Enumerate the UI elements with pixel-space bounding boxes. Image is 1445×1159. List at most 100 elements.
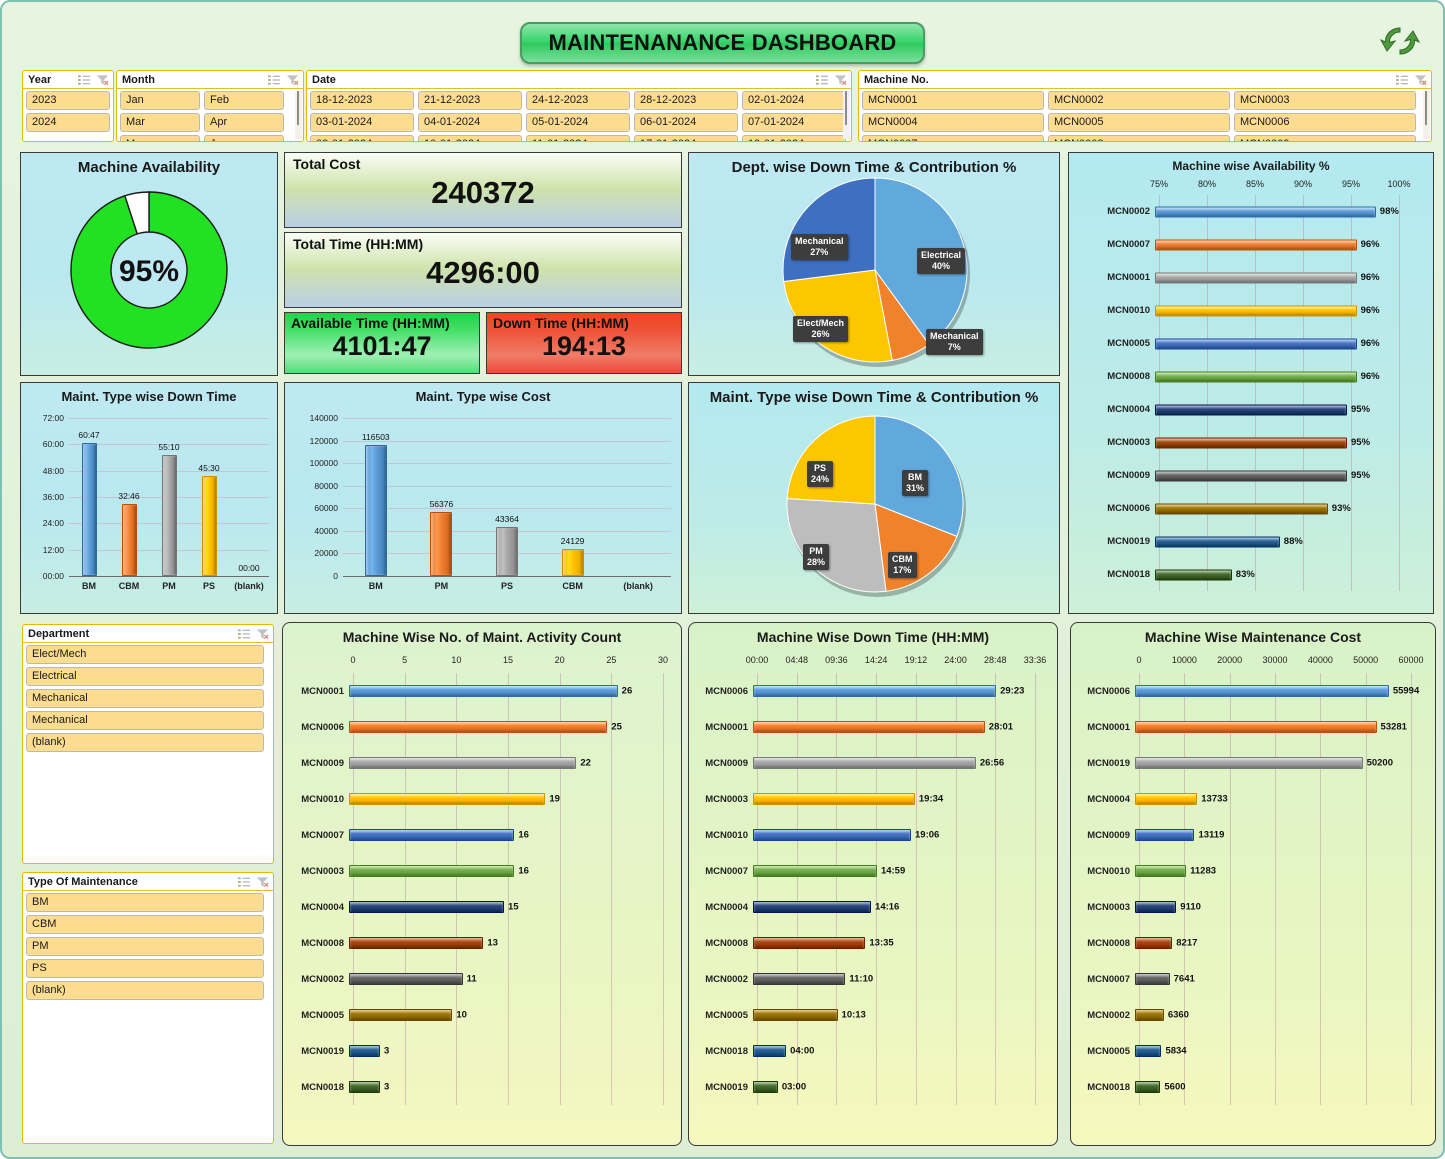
slicer-item[interactable]: MCN0008 [1048,135,1230,141]
bar-row: MCN0001 28:01 [689,709,1059,745]
slicer-item[interactable]: (blank) [26,981,264,1000]
slicer-item[interactable]: (blank) [26,733,264,752]
column-value-label: 43364 [495,514,519,525]
slicer-item[interactable]: 24-12-2023 [526,91,630,110]
slicer-item[interactable]: Mechanical [26,689,264,708]
slicer-item[interactable]: Elect/Mech [26,645,264,664]
slicer-item[interactable]: BM [26,893,264,912]
slicer-item[interactable]: 19-01-2024 [742,135,846,141]
axis-tick: 60000 [314,503,338,514]
clear-filter-icon[interactable] [96,74,109,86]
bar-category-label: MCN0002 [301,973,344,985]
slicer-item[interactable]: MCN0005 [1048,113,1230,132]
slicer-item[interactable]: 03-01-2024 [310,113,414,132]
slicer-year[interactable]: Year 2023 2024 [22,70,114,142]
slicer-item[interactable]: 05-01-2024 [526,113,630,132]
slicer-department[interactable]: Department Elect/Mech Electrical Mechani… [22,624,274,864]
multi-select-icon[interactable] [238,876,251,888]
slicer-item[interactable]: 07-01-2024 [742,113,846,132]
clear-filter-icon[interactable] [256,876,269,888]
slicer-machine-no[interactable]: Machine No. MCN0001 MCN0002 MCN0003 MCN0… [858,70,1432,142]
slicer-item[interactable]: MCN0004 [862,113,1044,132]
bar-value-label: 11283 [1190,865,1217,877]
kpi-total-time: Total Time (HH:MM) 4296:00 [284,232,682,308]
clear-filter-icon[interactable] [834,74,847,86]
slicer-item[interactable]: 2023 [26,91,110,110]
chart-title-dept-downtime: Dept. wise Down Time & Contribution % [731,159,1017,176]
bar-row: MCN0019 50200 [1071,745,1437,781]
slicer-item[interactable]: 11-01-2024 [526,135,630,141]
slicer-item[interactable]: Electrical [26,667,264,686]
slicer-item[interactable]: MCN0003 [1234,91,1416,110]
multi-select-icon[interactable] [268,74,281,86]
bar-category-label: MCN0009 [301,757,344,769]
bar-fill: 19:34 [753,793,943,805]
slicer-item[interactable]: 06-01-2024 [634,113,738,132]
bar-fill: 3 [349,1045,389,1057]
slicer-scrollbar[interactable] [843,91,850,139]
slicer-item[interactable]: 18-12-2023 [310,91,414,110]
slicer-year-title: Year [28,74,52,86]
slicer-department-title: Department [28,628,90,640]
multi-select-icon[interactable] [78,74,91,86]
slicer-item[interactable]: MCN0006 [1234,113,1416,132]
multi-select-icon[interactable] [816,74,829,86]
bar-value-label: 95% [1351,470,1371,481]
page-title: MAINTENANANCE DASHBOARD [520,22,925,64]
bar-track: 19:06 [753,817,1059,853]
axis-tick: 40000 [1307,655,1333,665]
bar-value-label: 9110 [1180,901,1201,913]
slicer-item[interactable]: 2024 [26,113,110,132]
slicer-item[interactable]: Mar [120,113,200,132]
bar-fill: 15 [349,901,519,913]
slicer-item[interactable]: 04-01-2024 [418,113,522,132]
slicer-item[interactable]: 10-01-2024 [418,135,522,141]
bar-fill: 13 [349,937,498,949]
slicer-scrollbar[interactable] [1423,91,1430,139]
slicer-item[interactable]: 02-01-2024 [742,91,846,110]
slicer-scrollbar[interactable] [295,91,302,139]
bar-value-label: 13119 [1198,829,1225,841]
slicer-item[interactable]: MCN0009 [1234,135,1416,141]
slicer-item[interactable]: May [120,135,200,141]
bar-track: 25 [349,709,683,745]
slicer-type-of-maintenance[interactable]: Type Of Maintenance BM CBM PM PS (blank) [22,872,274,1144]
slicer-item[interactable]: 21-12-2023 [418,91,522,110]
bar-category-label: MCN0009 [705,757,748,769]
refresh-icon[interactable] [1379,20,1421,62]
multi-select-icon[interactable] [238,628,251,640]
axis-tick: 72:00 [42,413,64,423]
clear-filter-icon[interactable] [256,628,269,640]
slicer-item[interactable]: MCN0007 [862,135,1044,141]
slicer-item[interactable]: PS [26,959,264,978]
slicer-item[interactable]: MCN0002 [1048,91,1230,110]
axis-tick: 10000 [1171,655,1197,665]
bar-value-label: 22 [580,757,591,769]
bar-category-label: MCN0004 [1087,793,1130,805]
slicer-item[interactable]: 28-12-2023 [634,91,738,110]
slicer-item[interactable]: MCN0001 [862,91,1044,110]
bar-value-label: 28:01 [988,721,1014,733]
slicer-item[interactable]: Jan [120,91,200,110]
slicer-item[interactable]: CBM [26,915,264,934]
slicer-month[interactable]: Month Jan Feb Mar Apr May Jun [116,70,304,142]
slicer-item[interactable]: Feb [204,91,284,110]
axis-tick: 100% [1387,179,1411,189]
column-category-label: PM [162,581,176,591]
bar-fill: 11 [349,973,477,985]
slicer-item[interactable]: 08-01-2024 [310,135,414,141]
clear-filter-icon[interactable] [286,74,299,86]
column-category-label: BM [368,581,383,591]
slicer-item[interactable]: Jun [204,135,284,141]
slicer-item[interactable]: Apr [204,113,284,132]
bar-category-label: MCN0018 [705,1045,748,1057]
dashboard-header: MAINTENANANCE DASHBOARD [2,22,1443,64]
slicer-date[interactable]: Date 18-12-2023 21-12-2023 24-12-2023 28… [306,70,852,142]
slicer-item[interactable]: Mechanical [26,711,264,730]
multi-select-icon[interactable] [1396,74,1409,86]
bar-track: 98% [1155,195,1435,228]
slicer-item[interactable]: PM [26,937,264,956]
slicer-item[interactable]: 17-01-2024 [634,135,738,141]
bar-fill: 25 [349,721,622,733]
clear-filter-icon[interactable] [1414,74,1427,86]
